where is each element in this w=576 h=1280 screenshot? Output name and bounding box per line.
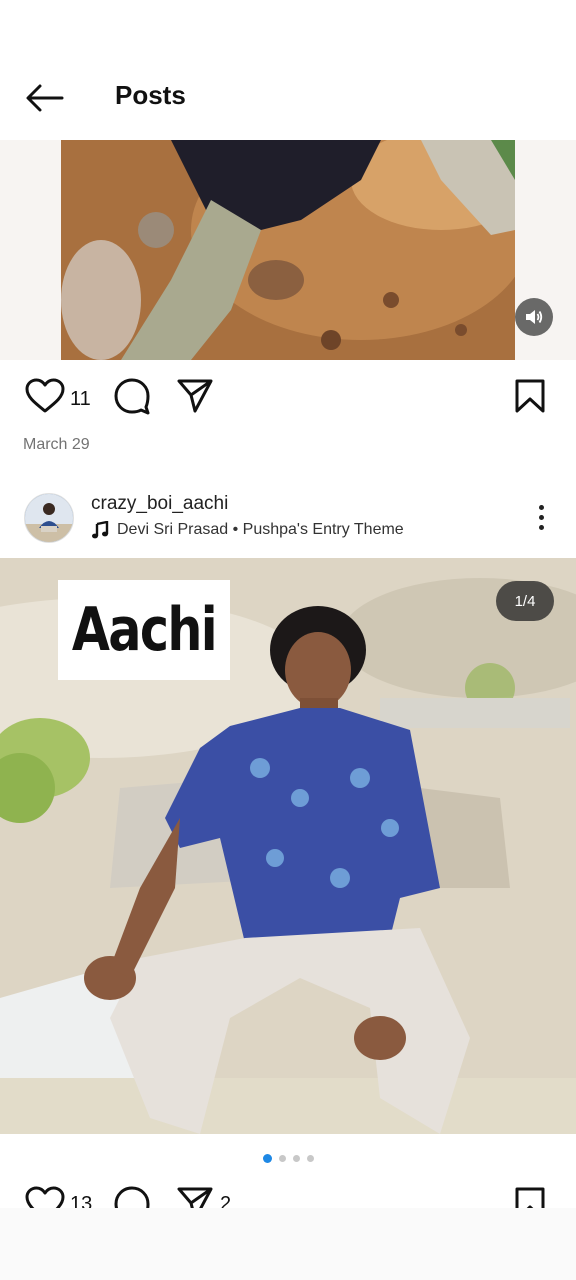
post1-media-container	[0, 140, 576, 360]
post2-share-count[interactable]: 2	[220, 1193, 231, 1208]
carousel-dot-active[interactable]	[262, 1153, 272, 1163]
post1-comment-button[interactable]	[112, 376, 152, 416]
post2-more-button[interactable]	[526, 500, 556, 534]
heart-icon	[25, 1186, 65, 1208]
post1-action-row: 11	[0, 370, 576, 426]
avatar-image	[25, 494, 73, 542]
bottom-area	[0, 1208, 576, 1280]
post2-caption-overlay: Aachi	[58, 580, 230, 680]
back-button[interactable]	[22, 78, 66, 118]
heart-icon	[25, 378, 65, 413]
back-arrow-icon	[26, 84, 64, 112]
post1-like-button[interactable]	[24, 376, 66, 416]
post2-caption-text: Aachi	[71, 595, 218, 665]
mute-toggle-button[interactable]	[515, 298, 553, 336]
post2-action-row: 13 2	[0, 1178, 576, 1208]
more-icon	[538, 504, 544, 510]
carousel-indicator	[0, 1152, 576, 1164]
bookmark-icon	[515, 379, 545, 413]
post2-username[interactable]: crazy_boi_aachi	[91, 493, 228, 515]
post1-save-button[interactable]	[512, 376, 548, 416]
post1-like-count[interactable]: 11	[70, 388, 91, 411]
comment-icon	[114, 1186, 150, 1208]
send-icon	[177, 379, 213, 413]
post2-photo[interactable]: Aachi 1/4	[0, 558, 576, 1134]
post2-like-button[interactable]	[24, 1184, 66, 1208]
carousel-dot[interactable]	[292, 1154, 300, 1162]
speaker-icon	[526, 310, 543, 324]
send-icon	[177, 1187, 213, 1208]
post1-share-button[interactable]	[175, 376, 215, 416]
carousel-page-badge: 1/4	[496, 581, 554, 621]
post2-music-label: Devi Sri Prasad • Pushpa's Entry Theme	[117, 521, 404, 538]
carousel-dot[interactable]	[278, 1154, 286, 1162]
post2-save-button[interactable]	[512, 1184, 548, 1208]
post2-share-button[interactable]	[175, 1184, 215, 1208]
post1-video-frame	[61, 140, 515, 360]
page-title: Posts	[115, 80, 186, 110]
avatar[interactable]	[24, 493, 74, 543]
music-note-icon	[92, 521, 109, 539]
top-bar: Posts	[0, 0, 576, 140]
bookmark-icon	[515, 1187, 545, 1208]
post1-video[interactable]	[61, 140, 515, 360]
post2-like-count[interactable]: 13	[70, 1193, 92, 1208]
post2-comment-button[interactable]	[112, 1184, 152, 1208]
carousel-dot[interactable]	[306, 1154, 314, 1162]
comment-icon	[114, 378, 150, 415]
post2-music-link[interactable]: Devi Sri Prasad • Pushpa's Entry Theme	[91, 521, 404, 539]
post1-date: March 29	[23, 436, 90, 453]
